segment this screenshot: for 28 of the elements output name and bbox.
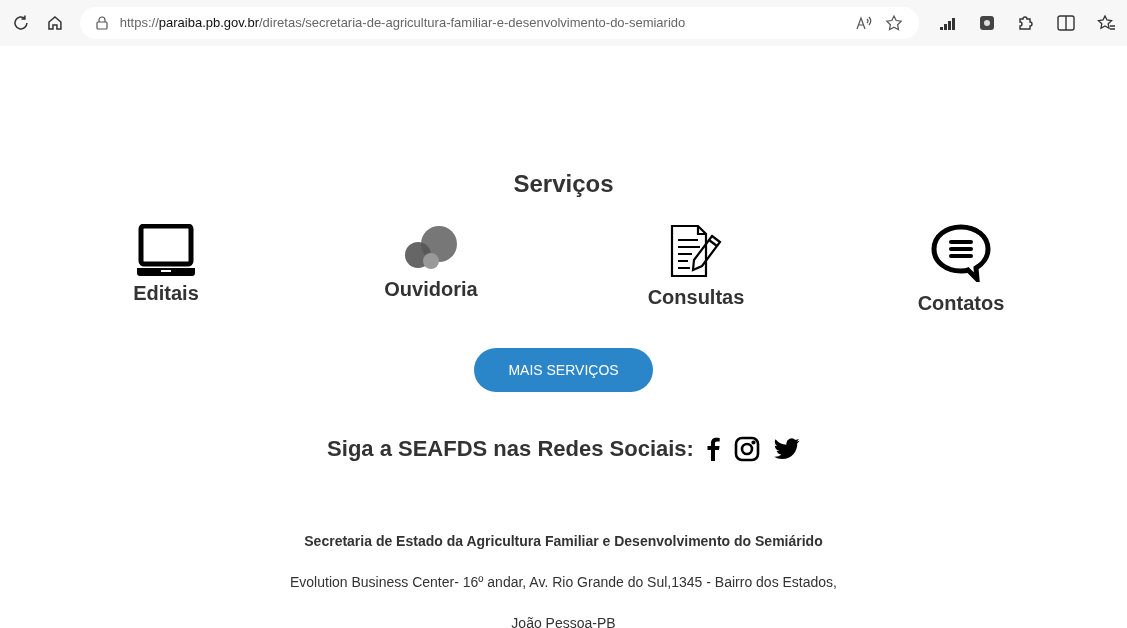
address-text: Evolution Business Center- 16º andar, Av. Rio Grande do Sul,1345 - Bairro dos Estados, xyxy=(290,575,837,589)
service-link[interactable]: Consultas xyxy=(647,282,745,312)
refresh-icon[interactable] xyxy=(12,14,30,32)
extension-icon[interactable] xyxy=(979,15,995,31)
split-screen-icon[interactable] xyxy=(1057,15,1075,31)
home-icon[interactable] xyxy=(45,14,64,32)
social-label: Siga a SEAFDS nas Redes Sociais: xyxy=(327,435,694,463)
address-bar[interactable]: https://paraiba.pb.gov.br/diretas/secretaria-de-agricultura-familiar-e-desenvolvimento-do-semiarido xyxy=(79,7,919,39)
agency-name: Secretaria de Estado da Agricultura Familiar e Desenvolvimento do Semiárido xyxy=(304,534,823,548)
instagram-icon[interactable] xyxy=(733,435,760,462)
url-text: https://paraiba.pb.gov.br/diretas/secretaria-de-agricultura-familiar-e-desenvolvimento-do-semiarido xyxy=(119,14,687,33)
service-link[interactable]: Ouvidoria xyxy=(384,274,478,304)
document-pencil-icon[interactable] xyxy=(668,224,724,280)
service-link[interactable]: Contatos xyxy=(917,288,1005,318)
read-aloud-icon[interactable] xyxy=(855,15,873,31)
laptop-icon[interactable] xyxy=(136,224,196,278)
city-text: João Pessoa-PB xyxy=(511,617,616,628)
lock-icon xyxy=(95,16,108,30)
more-services-button[interactable]: MAIS SERVIÇOS xyxy=(474,348,653,392)
section-title: Serviços xyxy=(513,169,614,199)
facebook-icon[interactable] xyxy=(705,436,720,461)
puzzle-icon[interactable] xyxy=(1017,14,1035,32)
star-icon[interactable] xyxy=(885,14,903,32)
twitter-icon[interactable] xyxy=(773,437,800,460)
service-link[interactable]: Editais xyxy=(133,278,199,308)
signal-icon[interactable] xyxy=(939,15,957,31)
favorites-icon[interactable] xyxy=(1097,14,1115,32)
chat-bubble-icon[interactable] xyxy=(931,224,991,282)
